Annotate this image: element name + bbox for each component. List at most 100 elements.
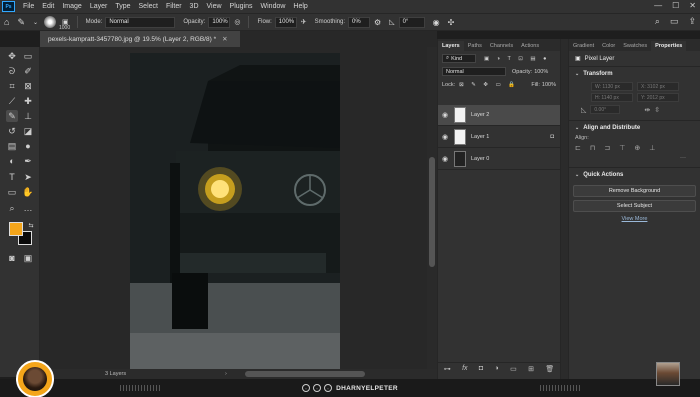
eyedropper-tool-icon[interactable]: ⟋ <box>6 95 18 107</box>
smoothing-input[interactable]: 0% <box>348 16 371 28</box>
quick-select-tool-icon[interactable]: ✐ <box>22 65 34 77</box>
move-tool-icon[interactable]: ✥ <box>6 50 18 62</box>
select-subject-button[interactable]: Select Subject <box>573 200 696 212</box>
canvas-area[interactable] <box>40 47 427 369</box>
crop-tool-icon[interactable]: ⌗ <box>6 80 18 92</box>
path-selection-tool-icon[interactable]: ➤ <box>22 171 34 183</box>
adjustment-layer-icon[interactable]: ◑ <box>495 365 499 372</box>
trash-icon[interactable]: 🗑 <box>545 365 554 373</box>
lock-icons[interactable]: ⊠ ✎ ✥ ▭ 🔒 <box>459 82 518 88</box>
layer-opacity-value[interactable]: 100% <box>534 69 548 75</box>
layer-row-layer-1[interactable]: ◉ Layer 1 ◘ <box>438 127 560 148</box>
menu-edit[interactable]: Edit <box>38 3 58 10</box>
eraser-tool-icon[interactable]: ◪ <box>22 125 34 137</box>
search-icon[interactable]: ⌕ <box>655 16 660 27</box>
minimize-icon[interactable]: — <box>654 1 662 10</box>
close-icon[interactable]: ✕ <box>689 1 696 10</box>
foreground-color-swatch[interactable] <box>9 222 23 236</box>
workspace-icon[interactable]: ▭ <box>670 16 679 27</box>
fill-value[interactable]: 100% <box>542 82 556 88</box>
remove-background-button[interactable]: Remove Background <box>573 185 696 197</box>
status-arrow-icon[interactable]: › <box>225 371 227 377</box>
align-left-icon[interactable]: ⊏ <box>575 144 581 152</box>
pressure-size-icon[interactable]: ◉ <box>433 18 440 27</box>
frame-tool-icon[interactable]: ⊠ <box>22 80 34 92</box>
align-top-icon[interactable]: ⊤ <box>619 144 625 152</box>
new-layer-icon[interactable]: ⊞ <box>528 365 534 373</box>
menu-3d[interactable]: 3D <box>186 3 203 10</box>
visibility-eye-icon[interactable]: ◉ <box>438 133 452 141</box>
vertical-scrollbar[interactable] <box>427 47 437 369</box>
width-field[interactable]: W: 1130 px <box>591 82 633 91</box>
kind-filter-select[interactable]: ⌕ Kind <box>442 54 476 63</box>
menu-help[interactable]: Help <box>289 3 311 10</box>
hand-tool-icon[interactable]: ✋ <box>22 186 34 198</box>
align-center-icon[interactable]: ⊓ <box>590 144 595 152</box>
layer-row-layer-0[interactable]: ◉ Layer 0 <box>438 149 560 170</box>
add-mask-icon[interactable]: ◘ <box>479 365 483 372</box>
history-brush-tool-icon[interactable]: ↺ <box>6 125 18 137</box>
tab-channels[interactable]: Channels <box>486 41 517 51</box>
flow-input[interactable]: 100% <box>274 16 297 28</box>
clone-stamp-tool-icon[interactable]: ⊥ <box>22 110 34 122</box>
group-icon[interactable]: ▭ <box>510 365 517 373</box>
fx-icon[interactable]: fx <box>462 365 467 372</box>
mode-select[interactable]: Normal <box>105 16 176 28</box>
flip-horizontal-icon[interactable]: ⇹ <box>644 106 650 114</box>
blend-mode-select[interactable]: Normal <box>442 67 506 76</box>
type-tool-icon[interactable]: T <box>6 171 18 183</box>
align-bottom-icon[interactable]: ⊥ <box>649 144 655 152</box>
layer-row-layer-2[interactable]: ◉ Layer 2 <box>438 105 560 126</box>
quick-actions-header[interactable]: ⌄ Quick Actions <box>569 167 700 182</box>
menu-layer[interactable]: Layer <box>86 3 112 10</box>
menu-select[interactable]: Select <box>135 3 162 10</box>
more-options-icon[interactable]: ··· <box>569 155 700 161</box>
tab-actions[interactable]: Actions <box>517 41 543 51</box>
opacity-input[interactable]: 100% <box>208 16 231 28</box>
document-tab[interactable]: pexels-kampratt-3457780.jpg @ 19.5% (Lay… <box>40 31 240 47</box>
healing-brush-tool-icon[interactable]: ✚ <box>22 95 34 107</box>
tab-properties[interactable]: Properties <box>651 41 687 51</box>
pen-tool-icon[interactable]: ✒ <box>22 155 34 167</box>
screen-mode-icon[interactable]: ▣ <box>22 252 34 264</box>
menu-image[interactable]: Image <box>58 3 85 10</box>
menu-plugins[interactable]: Plugins <box>226 3 257 10</box>
brush-preset-picker[interactable] <box>44 16 57 28</box>
angle-input[interactable]: 0° <box>398 16 425 28</box>
tab-swatches[interactable]: Swatches <box>619 41 651 51</box>
smart-filter-icon[interactable]: ◘ <box>550 134 554 140</box>
dodge-tool-icon[interactable]: ◐ <box>6 155 18 167</box>
rectangle-tool-icon[interactable]: ▭ <box>6 186 18 198</box>
blur-tool-icon[interactable]: ● <box>22 140 34 152</box>
brush-tool-icon[interactable]: ✎ <box>17 17 25 28</box>
home-icon[interactable]: ⌂ <box>4 17 9 27</box>
align-header[interactable]: ⌄ Align and Distribute <box>569 120 700 135</box>
tab-gradient[interactable]: Gradient <box>569 41 598 51</box>
height-field[interactable]: H: 1140 px <box>591 93 633 102</box>
menu-file[interactable]: File <box>19 3 38 10</box>
transform-header[interactable]: ⌄ Transform <box>569 67 700 81</box>
filter-icons[interactable]: ▣ ◑ T ⊡ ▤ ● <box>484 56 549 62</box>
maximize-icon[interactable]: ☐ <box>672 1 679 10</box>
lasso-tool-icon[interactable]: ᘐ <box>6 65 18 77</box>
menu-filter[interactable]: Filter <box>162 3 186 10</box>
gradient-tool-icon[interactable]: ▤ <box>6 140 18 152</box>
y-field[interactable]: Y: 2012 px <box>637 93 679 102</box>
menu-type[interactable]: Type <box>111 3 134 10</box>
share-icon[interactable]: ⇪ <box>688 16 696 27</box>
pressure-opacity-icon[interactable]: ◎ <box>234 18 240 26</box>
angle-field[interactable]: 0.00° <box>590 105 621 114</box>
visibility-eye-icon[interactable]: ◉ <box>438 155 452 163</box>
view-more-link[interactable]: View More <box>569 216 700 222</box>
menu-view[interactable]: View <box>203 3 226 10</box>
airbrush-icon[interactable]: ✈ <box>301 18 307 26</box>
flip-vertical-icon[interactable]: ⇳ <box>654 106 660 114</box>
artboard-tool-icon[interactable]: ▭ <box>22 50 34 62</box>
close-tab-icon[interactable]: ✕ <box>222 35 227 43</box>
zoom-tool-icon[interactable]: ⌕ <box>6 202 18 214</box>
tab-layers[interactable]: Layers <box>438 41 464 51</box>
horizontal-scroll-thumb[interactable] <box>245 371 365 377</box>
tab-paths[interactable]: Paths <box>464 41 486 51</box>
document-image[interactable] <box>130 53 340 369</box>
gear-icon[interactable]: ⚙ <box>374 18 381 27</box>
